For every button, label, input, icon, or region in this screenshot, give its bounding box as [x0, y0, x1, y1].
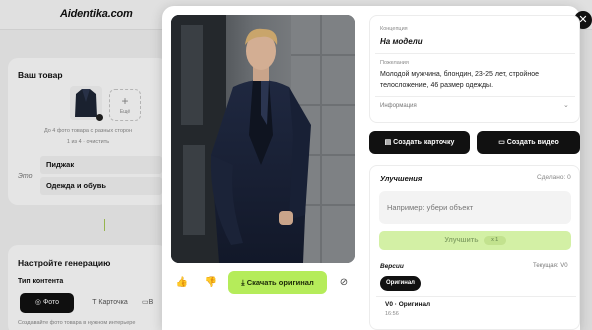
hide-button[interactable]: ⊘ [335, 274, 353, 292]
eye-off-icon: ⊘ [339, 277, 349, 288]
version-name: V0 · Оригинал [385, 301, 431, 308]
dislike-button[interactable]: 👎 [202, 274, 220, 292]
info-toggle[interactable]: Информация [380, 103, 417, 109]
improvement-input[interactable] [379, 191, 571, 224]
create-video-label: Создать видео [506, 139, 559, 146]
video-icon: ▭ [498, 139, 507, 146]
cost-badge: x 1 [483, 235, 506, 245]
divider [375, 96, 575, 97]
card-icon: ▤ [384, 139, 394, 146]
version-filter-original[interactable]: Оригинал [380, 276, 421, 291]
model-photo-image [171, 15, 355, 263]
download-label: Скачать оригинал [246, 278, 314, 287]
download-original-button[interactable]: ⤓ Скачать оригинал [228, 271, 327, 294]
improvements-title: Улучшения [380, 174, 423, 183]
prompt-label: Пожелания [380, 60, 409, 66]
create-card-button[interactable]: ▤ Создать карточку [369, 131, 470, 154]
thumbs-down-icon: 👎 [204, 277, 218, 288]
prompt-text: Молодой мужчина, блондин, 23-25 лет, стр… [380, 71, 539, 89]
create-video-button[interactable]: ▭ Создать видео [477, 131, 580, 154]
version-time: 16:56 [385, 311, 399, 317]
concept-value: На модели [380, 37, 423, 46]
divider [375, 53, 575, 54]
generated-photo[interactable] [171, 15, 355, 263]
versions-title: Версии [380, 263, 404, 270]
thumbs-up-icon: 👍 [175, 277, 189, 288]
improvements-count: Сделано: 0 [537, 174, 571, 181]
chevron-down-icon[interactable]: ⌄ [563, 101, 569, 109]
current-version: Текущая: V0 [533, 263, 568, 269]
improve-label: Улучшить [444, 237, 479, 244]
concept-label: Концепция [380, 26, 408, 32]
like-button[interactable]: 👍 [173, 274, 191, 292]
create-card-label: Создать карточку [393, 139, 455, 146]
improve-button[interactable]: Улучшить x 1 [379, 231, 571, 250]
